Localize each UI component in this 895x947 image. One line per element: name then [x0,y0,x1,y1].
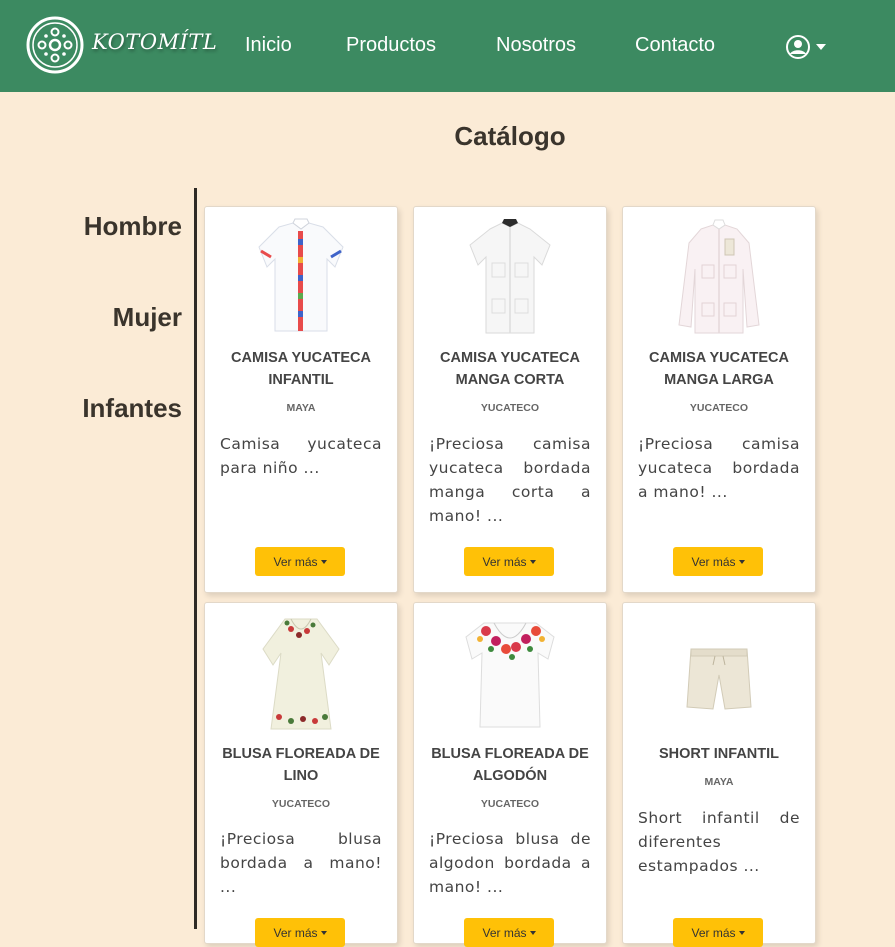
product-brand: YUCATECO [271,798,331,810]
product-description: ¡Preciosa blusa de algodon bordada a man… [429,830,591,896]
caret-down-icon [529,559,536,564]
see-more-button[interactable]: Ver más [255,918,345,947]
see-more-button[interactable]: Ver más [464,547,554,576]
see-more-label: Ver más [273,554,318,569]
sidebar-divider [194,188,197,929]
nav-link-nosotros[interactable]: Nosotros [496,34,576,57]
nav-link-contacto[interactable]: Contacto [635,34,715,57]
see-more-label: Ver más [482,554,527,569]
caret-down-icon [320,559,327,564]
product-description: ¡Preciosa blusa bordada a mano! ... [220,830,382,896]
long-sleeve-guayabera-image [678,219,760,334]
product-brand: YUCATECO [480,402,540,414]
product-card: CAMISA YUCATECA MANGA CORTA YUCATECO ¡Pr… [413,206,607,593]
product-description: ¡Preciosa camisa yucateca bordada manga … [429,435,591,525]
see-more-label: Ver más [691,925,736,940]
see-more-label: Ver más [273,925,318,940]
product-description: ¡Preciosa camisa yucateca bordada a mano… [638,435,800,501]
nav-link-inicio[interactable]: Inicio [245,34,292,57]
caret-down-icon [738,930,745,935]
product-title: CAMISA YUCATECA MANGA LARGA [649,350,789,388]
product-card: BLUSA FLOREADA DE ALGODÓN YUCATECO ¡Prec… [413,602,607,947]
embroidered-boys-shirt-image [258,218,344,332]
product-card: SHORT INFANTIL MAYA Short infantil de di… [622,602,816,947]
nav-link-productos[interactable]: Productos [346,34,436,57]
product-title: CAMISA YUCATECA MANGA CORTA [440,350,580,388]
brand-name[interactable]: KOTOMÍTL [92,30,217,54]
product-description: Camisa yucateca para niño ... [220,435,382,477]
see-more-button[interactable]: Ver más [464,918,554,947]
cotton-floral-blouse-image [465,622,555,728]
page-title: Catálogo [454,121,566,151]
kotomitl-logo-icon[interactable] [26,16,84,74]
product-brand: YUCATECO [689,402,749,414]
see-more-label: Ver más [482,925,527,940]
category-mujer[interactable]: Mujer [113,302,182,333]
product-title: BLUSA FLOREADA DE LINO [222,746,380,784]
product-card: CAMISA YUCATECA MANGA LARGA YUCATECO ¡Pr… [622,206,816,593]
product-title: BLUSA FLOREADA DE ALGODÓN [431,746,589,784]
user-circle-icon [786,35,826,59]
see-more-button[interactable]: Ver más [673,918,763,947]
navbar: KOTOMÍTL Inicio Productos Nosotros Conta… [0,0,895,92]
caret-down-icon [816,44,826,50]
product-title: CAMISA YUCATECA INFANTIL [231,350,371,388]
product-description: Short infantil de diferentes estampados … [638,809,800,875]
short-sleeve-guayabera-image [469,219,551,334]
kids-shorts-image [686,648,752,710]
product-brand: MAYA [286,402,316,414]
user-menu-dropdown[interactable] [784,33,830,61]
linen-floral-dress-image [262,618,340,730]
see-more-label: Ver más [691,554,736,569]
category-infantes[interactable]: Infantes [82,393,182,424]
product-brand: YUCATECO [480,798,540,810]
see-more-button[interactable]: Ver más [255,547,345,576]
product-title: SHORT INFANTIL [658,746,780,762]
see-more-button[interactable]: Ver más [673,547,763,576]
category-hombre[interactable]: Hombre [84,211,182,242]
product-brand: MAYA [704,776,734,788]
caret-down-icon [529,930,536,935]
caret-down-icon [738,559,745,564]
product-card: CAMISA YUCATECA INFANTIL MAYA Camisa yuc… [204,206,398,593]
product-card: BLUSA FLOREADA DE LINO YUCATECO ¡Precios… [204,602,398,947]
caret-down-icon [320,930,327,935]
